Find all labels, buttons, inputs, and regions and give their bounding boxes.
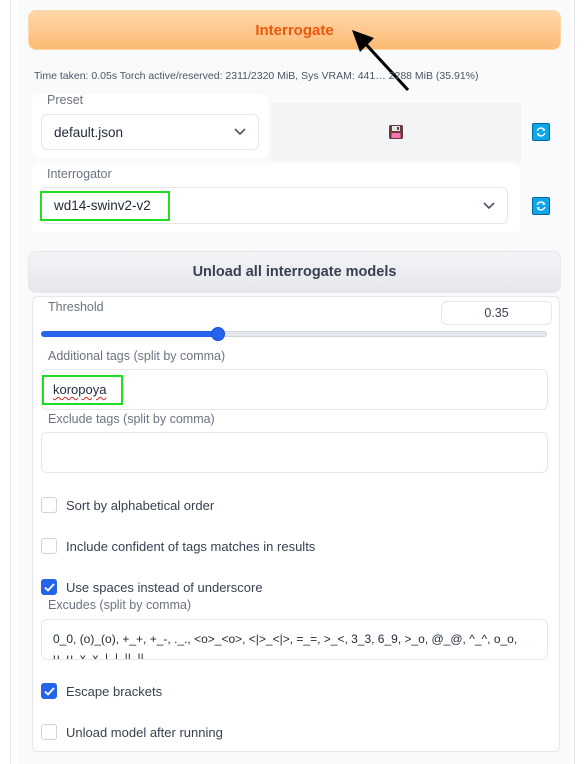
- preset-select[interactable]: default.json: [41, 114, 259, 150]
- sort-alpha-label: Sort by alphabetical order: [66, 497, 215, 513]
- panel-border-right: [574, 0, 575, 764]
- additional-tags-label: Additional tags (split by comma): [48, 349, 226, 363]
- chevron-down-icon: [483, 201, 495, 209]
- unload-after-label: Unload model after running: [66, 724, 223, 740]
- refresh-interrogator-button[interactable]: [532, 197, 550, 215]
- refresh-icon: [536, 127, 546, 137]
- threshold-number-input[interactable]: 0.35: [441, 301, 552, 325]
- save-preset-button[interactable]: [271, 103, 521, 161]
- interrogate-button[interactable]: Interrogate: [28, 10, 561, 50]
- escape-brackets-checkbox[interactable]: [41, 683, 57, 699]
- checkmark-icon: [43, 686, 55, 696]
- unload-after-checkbox[interactable]: [41, 724, 57, 740]
- sort-alpha-checkbox[interactable]: [41, 497, 57, 513]
- sort-alpha-option[interactable]: Sort by alphabetical order: [41, 497, 214, 513]
- escape-brackets-option[interactable]: Escape brackets: [41, 683, 162, 699]
- excludes-line-2: u_u, x_x, |_|, ||_||: [53, 651, 144, 660]
- highlight-box-interrogator: [40, 191, 170, 221]
- excludes-line-1: 0_0, (o)_(o), +_+, +_-, ._., <o>_<o>, <|…: [53, 632, 518, 646]
- preset-label: Preset: [47, 93, 84, 107]
- panel-border-left: [10, 0, 11, 764]
- refresh-icon: [536, 201, 546, 211]
- excludes-label: Excudes (split by comma): [48, 598, 192, 612]
- include-confident-label: Include confident of tags matches in res…: [66, 538, 316, 554]
- escape-brackets-label: Escape brackets: [66, 683, 163, 699]
- refresh-preset-button[interactable]: [532, 123, 550, 141]
- exclude-tags-input[interactable]: [41, 432, 548, 473]
- mouse-pointer-icon: [352, 30, 410, 92]
- preset-select-value: default.json: [54, 124, 124, 140]
- highlight-box-additional-tags: [42, 375, 123, 405]
- floppy-disk-icon: [389, 125, 403, 139]
- threshold-slider-handle[interactable]: [211, 327, 226, 341]
- unload-after-option[interactable]: Unload model after running: [41, 724, 223, 740]
- use-spaces-checkbox[interactable]: [41, 579, 57, 595]
- unload-models-button[interactable]: Unload all interrogate models: [28, 251, 561, 293]
- threshold-label: Threshold: [48, 300, 104, 314]
- checkmark-icon: [43, 582, 55, 592]
- interrogator-label: Interrogator: [47, 167, 112, 181]
- excludes-textarea[interactable]: 0_0, (o)_(o), +_+, +_-, ._., <o>_<o>, <|…: [41, 619, 548, 660]
- use-spaces-label: Use spaces instead of underscore: [66, 579, 263, 595]
- status-timing-text: Time taken: 0.05s Torch active/reserved:…: [34, 70, 479, 82]
- exclude-tags-label: Exclude tags (split by comma): [48, 412, 215, 426]
- use-spaces-option[interactable]: Use spaces instead of underscore: [41, 579, 263, 595]
- include-confident-option[interactable]: Include confident of tags matches in res…: [41, 538, 315, 554]
- include-confident-checkbox[interactable]: [41, 538, 57, 554]
- chevron-down-icon: [234, 128, 246, 136]
- threshold-slider-fill: [41, 331, 219, 337]
